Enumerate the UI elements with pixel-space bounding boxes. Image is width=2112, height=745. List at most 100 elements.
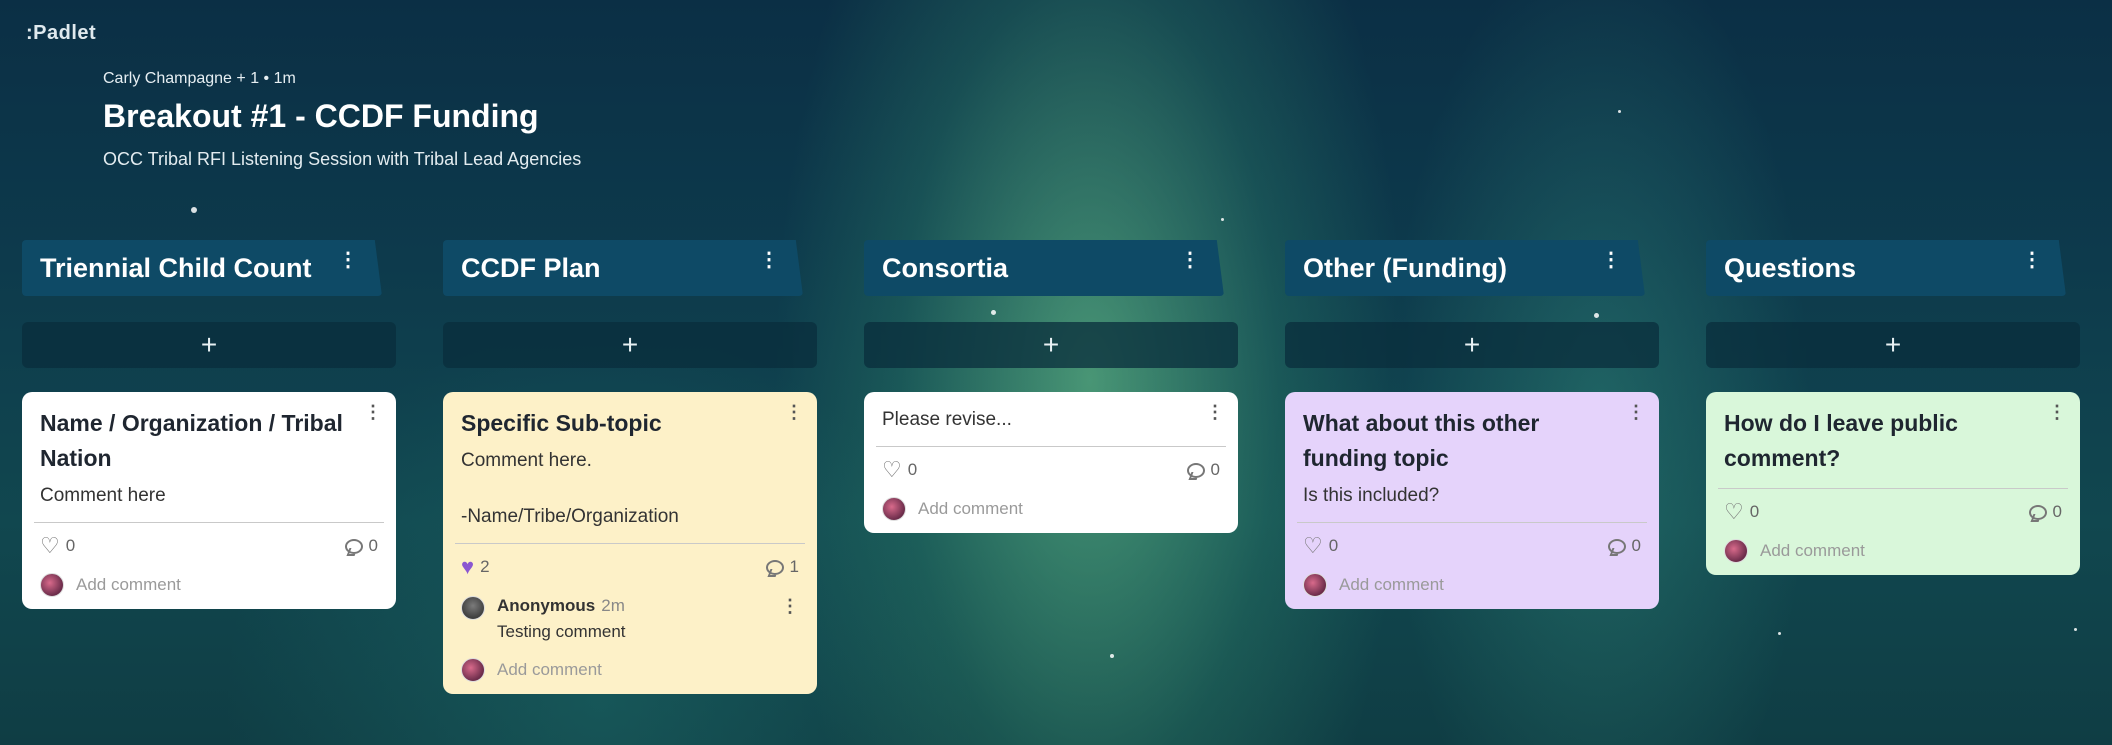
add-post-button[interactable]: + — [1285, 322, 1659, 368]
heart-icon: ♡ — [40, 533, 60, 558]
padlet-logo[interactable]: :Padlet — [26, 22, 96, 45]
post-body: Please revise... — [882, 409, 1012, 430]
comment-count-button[interactable]: 1 — [765, 557, 799, 577]
post-card[interactable]: ⋮ Specific Sub-topic Comment here. -Name… — [443, 392, 817, 694]
like-button[interactable]: ♥ 2 — [461, 556, 490, 578]
post-card[interactable]: ⋮ Name / Organization / Tribal Nation Co… — [22, 392, 396, 609]
comment-count-button[interactable]: 0 — [344, 536, 378, 556]
comment-count-button[interactable]: 0 — [2028, 502, 2062, 522]
post-card[interactable]: ⋮ What about this other funding topic Is… — [1285, 392, 1659, 609]
column-title: CCDF Plan — [461, 252, 601, 283]
comment-content: Anonymous 2m Testing comment — [497, 596, 626, 642]
heart-icon: ♡ — [1303, 533, 1323, 558]
add-comment-input[interactable]: Add comment — [882, 497, 1220, 521]
like-count: 0 — [1328, 536, 1339, 555]
post-stats: ♡ 0 0 — [1724, 501, 2062, 523]
column-title: Triennial Child Count — [40, 252, 312, 283]
add-comment-input[interactable]: Add comment — [461, 658, 799, 682]
add-comment-input[interactable]: Add comment — [1724, 539, 2062, 563]
heart-icon: ♡ — [882, 457, 902, 482]
comment-bubble-icon — [2028, 504, 2047, 520]
add-comment-placeholder: Add comment — [918, 499, 1023, 518]
heart-filled-icon: ♥ — [461, 554, 475, 579]
comment-author: Anonymous — [497, 596, 596, 615]
like-button[interactable]: ♡ 0 — [40, 535, 75, 557]
column-title: Other (Funding) — [1303, 252, 1507, 283]
comment-bubble-icon — [765, 559, 784, 575]
column-header: Triennial Child Count ⋮ — [22, 240, 382, 296]
divider — [1297, 522, 1647, 523]
column-menu-icon[interactable]: ⋮ — [1180, 250, 1200, 270]
post-stats: ♥ 2 1 — [461, 556, 799, 578]
post-title: What about this other funding topic — [1303, 410, 1540, 471]
add-comment-input[interactable]: Add comment — [40, 573, 378, 597]
comment-count: 1 — [789, 557, 799, 576]
comment-bubble-icon — [1607, 538, 1626, 554]
post-body: Is this included? — [1303, 485, 1440, 506]
divider — [455, 543, 805, 544]
avatar — [882, 497, 906, 521]
column-menu-icon[interactable]: ⋮ — [759, 250, 779, 270]
post-menu-icon[interactable]: ⋮ — [1627, 402, 1645, 423]
column-menu-icon[interactable]: ⋮ — [2022, 250, 2042, 270]
board-title: Breakout #1 - CCDF Funding — [103, 98, 539, 134]
column-header: Questions ⋮ — [1706, 240, 2066, 296]
comment-count: 0 — [1210, 460, 1220, 479]
comment-bubble-icon — [344, 538, 363, 554]
comment-count: 0 — [368, 536, 378, 555]
comment-count-button[interactable]: 0 — [1186, 460, 1220, 480]
star — [1618, 110, 1621, 113]
comment-menu-icon[interactable]: ⋮ — [781, 596, 799, 617]
add-post-button[interactable]: + — [22, 322, 396, 368]
like-button[interactable]: ♡ 0 — [1303, 535, 1338, 557]
divider — [1718, 488, 2068, 489]
board-subtitle: OCC Tribal RFI Listening Session with Tr… — [103, 149, 582, 169]
avatar — [461, 658, 485, 682]
post-title: Specific Sub-topic — [461, 410, 662, 436]
post-body: Comment here — [40, 485, 166, 506]
post-menu-icon[interactable]: ⋮ — [2048, 402, 2066, 423]
column-questions: Questions ⋮ + ⋮ How do I leave public co… — [1706, 240, 2080, 575]
add-comment-placeholder: Add comment — [497, 660, 602, 679]
column-title: Consortia — [882, 252, 1009, 283]
add-comment-input[interactable]: Add comment — [1303, 573, 1641, 597]
like-count: 0 — [907, 460, 918, 479]
like-button[interactable]: ♡ 0 — [882, 459, 917, 481]
add-post-button[interactable]: + — [1706, 322, 2080, 368]
board-header: Carly Champagne + 1 • 1m Breakout #1 - C… — [103, 70, 581, 170]
comment-bubble-icon — [1186, 462, 1205, 478]
avatar — [1724, 539, 1748, 563]
divider — [34, 522, 384, 523]
like-count: 0 — [1749, 502, 1760, 521]
post-title: Name / Organization / Tribal Nation — [40, 410, 343, 471]
post-card[interactable]: ⋮ Please revise... ♡ 0 0 Add comment — [864, 392, 1238, 533]
column-header: Other (Funding) ⋮ — [1285, 240, 1645, 296]
add-comment-placeholder: Add comment — [1760, 541, 1865, 560]
star — [1110, 654, 1114, 658]
column-triennial-child-count: Triennial Child Count ⋮ + ⋮ Name / Organ… — [22, 240, 396, 609]
column-menu-icon[interactable]: ⋮ — [338, 250, 358, 270]
post-card[interactable]: ⋮ How do I leave public comment? ♡ 0 0 Ad… — [1706, 392, 2080, 575]
column-title: Questions — [1724, 252, 1857, 283]
star — [2074, 628, 2077, 631]
comment-time: 2m — [601, 596, 625, 615]
column-menu-icon[interactable]: ⋮ — [1601, 250, 1621, 270]
like-count: 0 — [65, 536, 76, 555]
comment-count-button[interactable]: 0 — [1607, 536, 1641, 556]
like-count: 2 — [480, 557, 490, 576]
add-post-button[interactable]: + — [864, 322, 1238, 368]
comment: Anonymous 2m Testing comment ⋮ — [461, 596, 799, 642]
avatar — [1303, 573, 1327, 597]
post-menu-icon[interactable]: ⋮ — [785, 402, 803, 423]
add-post-button[interactable]: + — [443, 322, 817, 368]
column-ccdf-plan: CCDF Plan ⋮ + ⋮ Specific Sub-topic Comme… — [443, 240, 817, 694]
like-button[interactable]: ♡ 0 — [1724, 501, 1759, 523]
post-stats: ♡ 0 0 — [1303, 535, 1641, 557]
post-menu-icon[interactable]: ⋮ — [1206, 402, 1224, 423]
comment-count: 0 — [2052, 502, 2062, 521]
divider — [876, 446, 1226, 447]
star — [191, 207, 197, 213]
post-body: Comment here. -Name/Tribe/Organization — [461, 450, 679, 527]
post-stats: ♡ 0 0 — [882, 459, 1220, 481]
post-menu-icon[interactable]: ⋮ — [364, 402, 382, 423]
